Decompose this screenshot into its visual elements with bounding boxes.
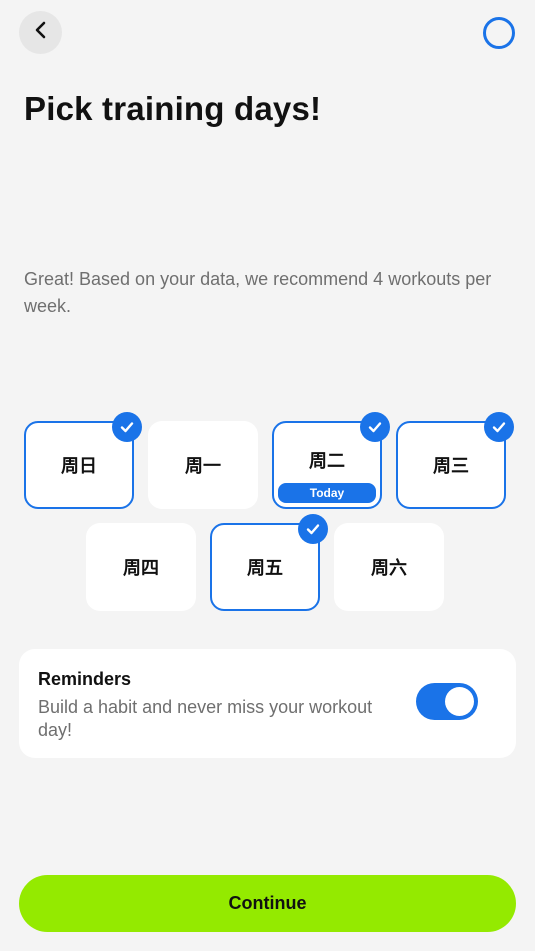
back-button[interactable] <box>19 11 62 54</box>
day-option-saturday[interactable]: 周六 <box>334 523 444 611</box>
day-label: 周六 <box>371 558 407 579</box>
checkmark-icon <box>112 412 142 442</box>
day-label: 周三 <box>433 456 469 477</box>
today-badge: Today <box>278 483 376 503</box>
progress-ring-icon <box>483 17 515 49</box>
chevron-left-icon <box>32 21 50 44</box>
day-label: 周二 <box>309 451 345 472</box>
checkmark-icon <box>360 412 390 442</box>
checkmark-icon <box>298 514 328 544</box>
continue-button[interactable]: Continue <box>19 875 516 932</box>
day-option-tuesday[interactable]: 周二 Today <box>272 412 390 509</box>
day-label: 周四 <box>123 558 159 579</box>
reminders-title: Reminders <box>38 669 132 689</box>
day-option-sunday[interactable]: 周日 <box>24 412 142 509</box>
day-label: 周一 <box>185 456 221 477</box>
toggle-knob <box>445 687 474 716</box>
day-label: 周五 <box>247 558 283 579</box>
reminders-toggle[interactable] <box>416 683 478 720</box>
day-option-monday[interactable]: 周一 <box>148 421 258 509</box>
reminders-card: Reminders Build a habit and never miss y… <box>19 649 516 758</box>
recommendation-text: Great! Based on your data, we recommend … <box>24 269 492 316</box>
day-option-friday[interactable]: 周五 <box>210 514 328 611</box>
day-option-wednesday[interactable]: 周三 <box>396 412 514 509</box>
day-option-thursday[interactable]: 周四 <box>86 523 196 611</box>
day-label: 周日 <box>61 456 97 477</box>
reminders-description: Build a habit and never miss your workou… <box>38 697 373 740</box>
page-title: Pick training days! <box>24 90 322 127</box>
checkmark-icon <box>484 412 514 442</box>
